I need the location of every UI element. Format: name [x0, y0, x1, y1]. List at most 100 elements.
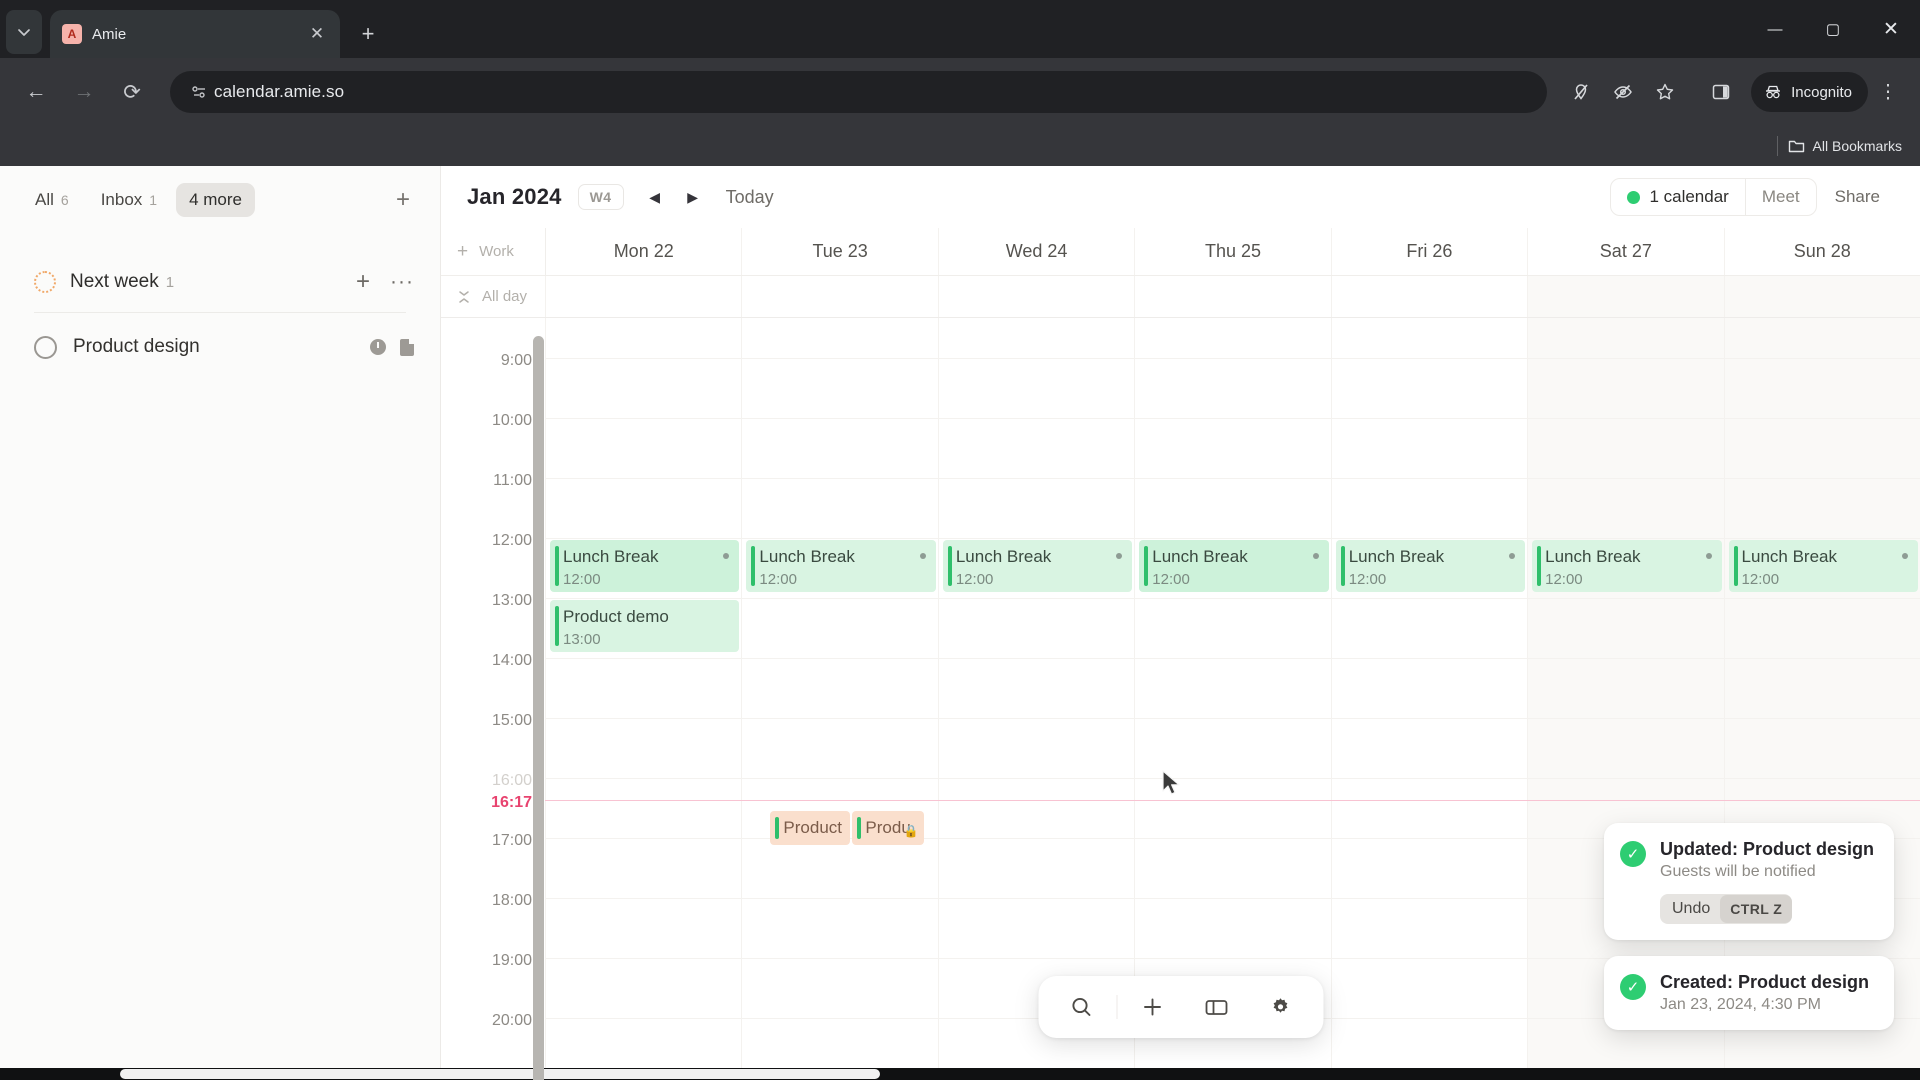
bottom-dock: [1038, 976, 1323, 1038]
event-lunch-sun[interactable]: Lunch Break 12:00: [1728, 540, 1918, 592]
eye-off-icon[interactable]: [1603, 72, 1643, 112]
day-header-mon[interactable]: Mon 22: [545, 228, 741, 275]
work-calendar-label[interactable]: + Work: [441, 228, 545, 275]
event-title: Product demo: [563, 607, 669, 626]
horizontal-scrollbar-thumb[interactable]: [120, 1069, 880, 1079]
event-title: Lunch Break: [1545, 547, 1641, 566]
all-day-label[interactable]: All day: [441, 276, 545, 317]
window-maximize-button[interactable]: ▢: [1804, 0, 1862, 58]
time-label-12: 12:00: [491, 532, 532, 549]
sidebar-tab-more[interactable]: 4 more: [176, 183, 256, 217]
event-lunch-wed[interactable]: Lunch Break 12:00: [942, 540, 1133, 592]
undo-button[interactable]: Undo CTRL Z: [1660, 894, 1793, 924]
tab-close-icon[interactable]: ✕: [306, 24, 328, 44]
clock-icon[interactable]: [370, 339, 386, 355]
event-color-bar: [947, 546, 952, 586]
day-column-wed[interactable]: Lunch Break 12:00: [937, 318, 1135, 1080]
all-day-cell-mon[interactable]: [545, 276, 741, 317]
calendar-panel: Jan 2024 W4 ◀ ▶ Today 1 calendar Meet Sh…: [441, 166, 1920, 1080]
new-tab-button[interactable]: +: [350, 16, 386, 52]
event-product-demo[interactable]: Product demo 13:00: [550, 600, 740, 652]
document-icon[interactable]: [400, 337, 415, 356]
event-lunch-tue[interactable]: Lunch Break 12:00: [746, 540, 936, 592]
sidebar: All 6 Inbox 1 4 more + Next week 1 + ···…: [0, 166, 441, 1080]
task-item[interactable]: Product design: [0, 321, 440, 373]
day-header-sat[interactable]: Sat 27: [1527, 228, 1723, 275]
sidebar-add-button[interactable]: +: [388, 185, 418, 215]
back-button[interactable]: ←: [14, 70, 58, 114]
day-header-fri[interactable]: Fri 26: [1330, 228, 1527, 275]
event-title: Lunch Break: [955, 547, 1052, 566]
tab-search-icon[interactable]: [6, 10, 42, 54]
bookmark-star-icon[interactable]: [1645, 72, 1685, 112]
reload-button[interactable]: ⟳: [110, 70, 154, 114]
forward-button[interactable]: →: [62, 70, 106, 114]
all-day-cell-fri[interactable]: [1330, 276, 1527, 317]
window-minimize-button[interactable]: —: [1746, 0, 1804, 58]
toast-title: Updated: Product design: [1660, 839, 1875, 859]
task-group-header[interactable]: Next week 1 + ···: [0, 258, 440, 306]
site-settings-icon[interactable]: [184, 84, 214, 101]
event-lunch-thu[interactable]: Lunch Break 12:00: [1139, 540, 1329, 592]
day-column-thu[interactable]: Lunch Break 12:00: [1134, 318, 1331, 1080]
event-time: 12:00: [955, 570, 994, 588]
day-column-fri[interactable]: Lunch Break 12:00: [1330, 318, 1528, 1080]
incognito-indicator[interactable]: Incognito: [1751, 72, 1868, 112]
event-product-1[interactable]: Product: [770, 811, 851, 845]
today-button[interactable]: Today: [726, 187, 774, 208]
sidebar-tab-inbox[interactable]: Inbox 1: [88, 183, 170, 217]
calendar-count-button[interactable]: 1 calendar: [1611, 179, 1744, 215]
day-header-sun[interactable]: Sun 28: [1723, 228, 1920, 275]
gear-icon[interactable]: [1251, 984, 1309, 1030]
event-color-bar: [555, 606, 559, 646]
toolbar-icons: Incognito ⋮: [1561, 72, 1906, 112]
event-lunch-mon[interactable]: Lunch Break 12:00: [550, 540, 740, 592]
lock-icon: 🔒: [903, 824, 919, 838]
current-time-label: 16:17: [491, 794, 532, 811]
time-label-10: 10:00: [491, 412, 532, 429]
prev-week-button[interactable]: ◀: [636, 180, 674, 214]
all-day-cell-thu[interactable]: [1134, 276, 1330, 317]
location-blocked-icon[interactable]: [1561, 72, 1601, 112]
day-header-row: + Work Mon 22 Tue 23 Wed 24 Thu 25 Fri 2…: [441, 228, 1920, 276]
event-lunch-fri[interactable]: Lunch Break 12:00: [1335, 540, 1526, 592]
tab-favicon-icon: A: [62, 24, 82, 44]
time-label-14: 14:00: [491, 652, 532, 669]
day-header-wed[interactable]: Wed 24: [937, 228, 1134, 275]
all-day-cell-tue[interactable]: [741, 276, 937, 317]
event-time: 12:00: [1741, 570, 1780, 588]
all-day-cell-sun[interactable]: [1723, 276, 1920, 317]
day-header-thu[interactable]: Thu 25: [1134, 228, 1330, 275]
add-calendar-icon[interactable]: +: [457, 241, 468, 263]
event-color-bar: [1340, 546, 1345, 586]
all-day-cell-sat[interactable]: [1527, 276, 1724, 317]
browser-tab[interactable]: A Amie ✕: [50, 10, 340, 58]
side-panel-icon[interactable]: [1701, 72, 1741, 112]
plus-icon[interactable]: [1123, 984, 1181, 1030]
day-header-tue[interactable]: Tue 23: [741, 228, 937, 275]
next-week-button[interactable]: ▶: [674, 180, 712, 214]
task-checkbox[interactable]: [34, 335, 57, 359]
group-add-icon[interactable]: +: [356, 268, 370, 296]
event-status-dot-icon: [919, 553, 926, 559]
all-day-cell-wed[interactable]: [937, 276, 1134, 317]
address-bar[interactable]: calendar.amie.so: [170, 71, 1548, 113]
current-time-indicator: [545, 800, 1920, 801]
bookmarks-bar: All Bookmarks: [0, 126, 1920, 166]
kebab-menu-icon[interactable]: ⋮: [1870, 72, 1906, 112]
all-bookmarks-button[interactable]: All Bookmarks: [1788, 138, 1902, 154]
toast-updated[interactable]: ✓ Updated: Product design Guests will be…: [1604, 823, 1894, 940]
event-lunch-sat[interactable]: Lunch Break 12:00: [1532, 540, 1722, 592]
panel-icon[interactable]: [1187, 984, 1245, 1030]
share-button[interactable]: Share: [1817, 179, 1898, 215]
meet-button[interactable]: Meet: [1744, 179, 1816, 215]
event-product-2[interactable]: Produ 🔒: [852, 811, 925, 845]
search-icon[interactable]: [1052, 984, 1110, 1030]
vertical-scrollbar[interactable]: [533, 336, 544, 1080]
sidebar-tab-all[interactable]: All 6: [22, 183, 82, 217]
group-more-icon[interactable]: ···: [390, 270, 414, 294]
day-column-mon[interactable]: Lunch Break 12:00 Product demo 13:00: [545, 318, 742, 1080]
window-close-button[interactable]: ✕: [1862, 0, 1920, 58]
toast-created[interactable]: ✓ Created: Product design Jan 23, 2024, …: [1604, 956, 1894, 1030]
day-column-tue[interactable]: Lunch Break 12:00 Product Produ 🔒: [741, 318, 938, 1080]
